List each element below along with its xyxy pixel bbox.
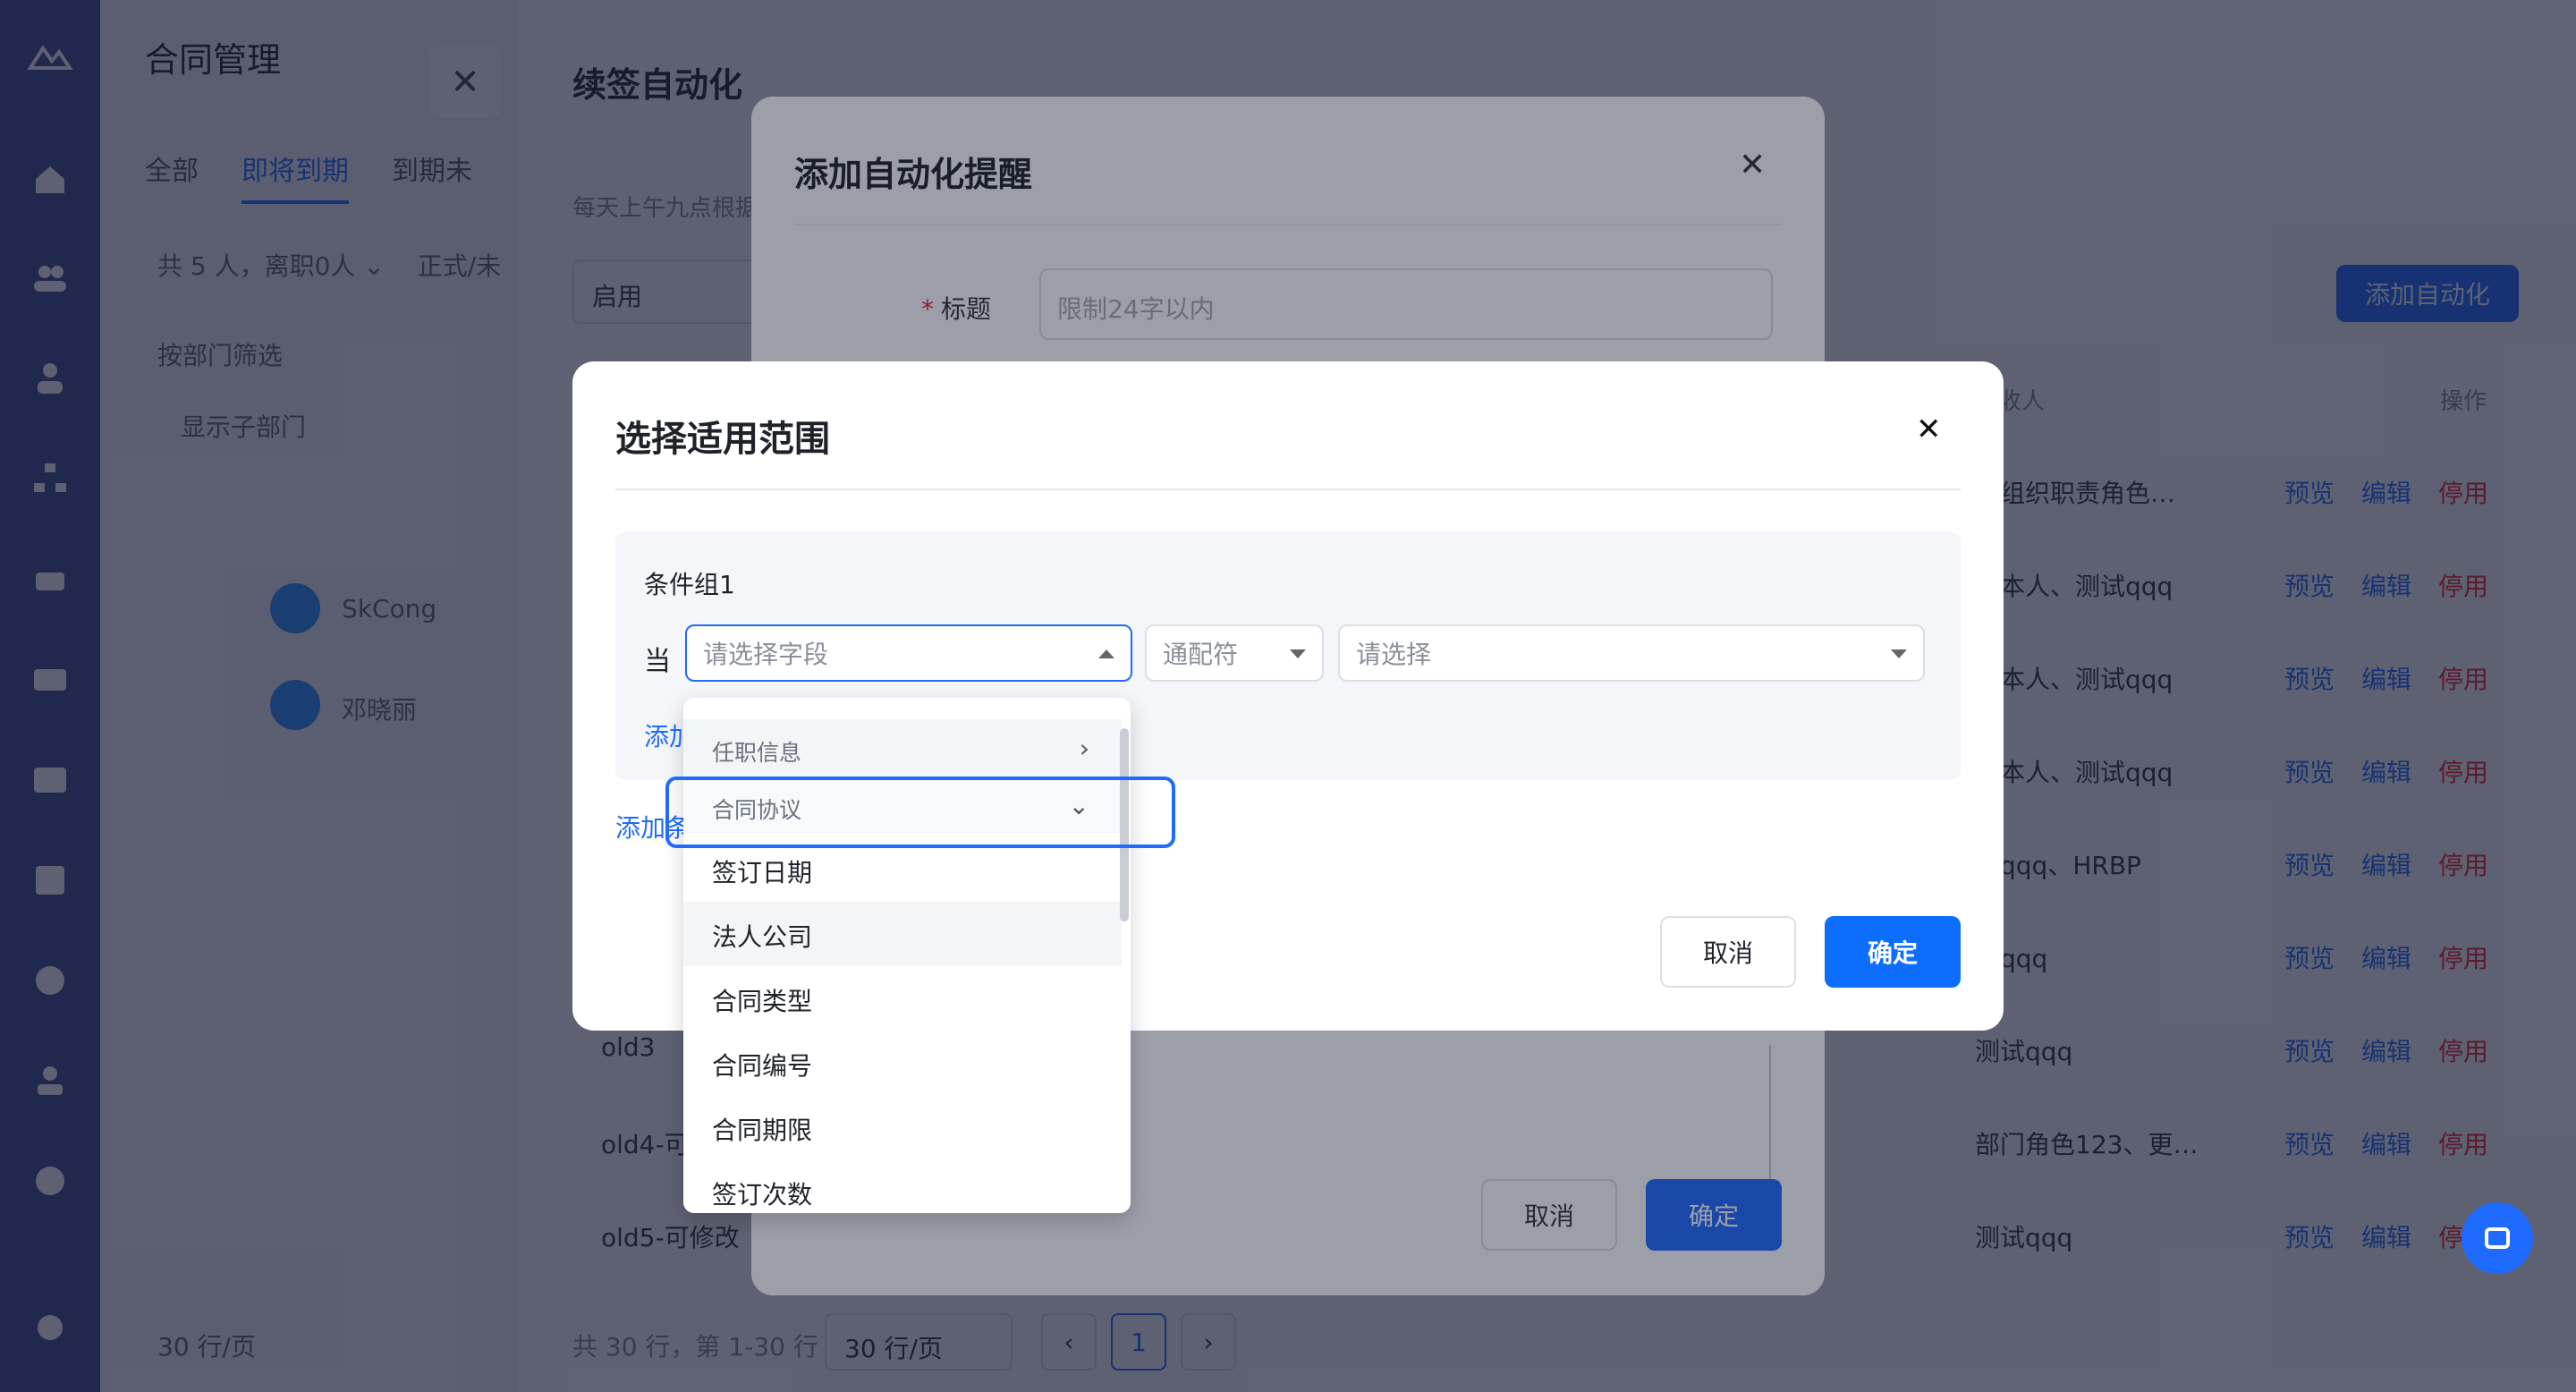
when-label: 当 — [644, 646, 671, 677]
option-contract-term[interactable]: 合同期限 — [683, 1095, 1122, 1159]
chevron-right-icon: › — [1079, 734, 1089, 763]
category-employment[interactable]: 任职信息 › — [683, 719, 1122, 777]
operator-select[interactable]: 通配符 — [1145, 624, 1324, 682]
option-legal-company[interactable]: 法人公司 — [683, 902, 1122, 966]
condition-group-title: 条件组1 — [644, 570, 735, 599]
close-icon[interactable]: ✕ — [1916, 412, 1942, 447]
chat-icon — [2485, 1227, 2510, 1249]
option-contract-type[interactable]: 合同类型 — [683, 966, 1122, 1031]
field-dropdown: 任职信息 › 合同协议 ⌄ 签订日期 法人公司 合同类型 合同编号 合同期限 签… — [683, 698, 1131, 1213]
value-select[interactable]: 请选择 — [1338, 624, 1925, 682]
category-label: 任职信息 — [712, 740, 802, 766]
option-contract-number[interactable]: 合同编号 — [683, 1031, 1122, 1095]
cancel-button[interactable]: 取消 — [1660, 916, 1796, 988]
focus-highlight — [665, 777, 1175, 848]
operator-select-placeholder: 通配符 — [1163, 640, 1239, 669]
caret-down-icon — [1290, 649, 1306, 658]
field-select[interactable]: 请选择字段 — [685, 624, 1132, 682]
option-sign-count[interactable]: 签订次数 — [683, 1159, 1122, 1213]
field-select-placeholder: 请选择字段 — [703, 640, 829, 669]
caret-down-icon — [1891, 649, 1907, 658]
divider — [615, 488, 1961, 490]
dialog-title: 选择适用范围 — [615, 419, 830, 460]
chat-float-button[interactable] — [2462, 1202, 2533, 1274]
value-select-placeholder: 请选择 — [1356, 640, 1432, 669]
caret-up-icon — [1098, 649, 1114, 658]
confirm-button[interactable]: 确定 — [1825, 916, 1961, 988]
